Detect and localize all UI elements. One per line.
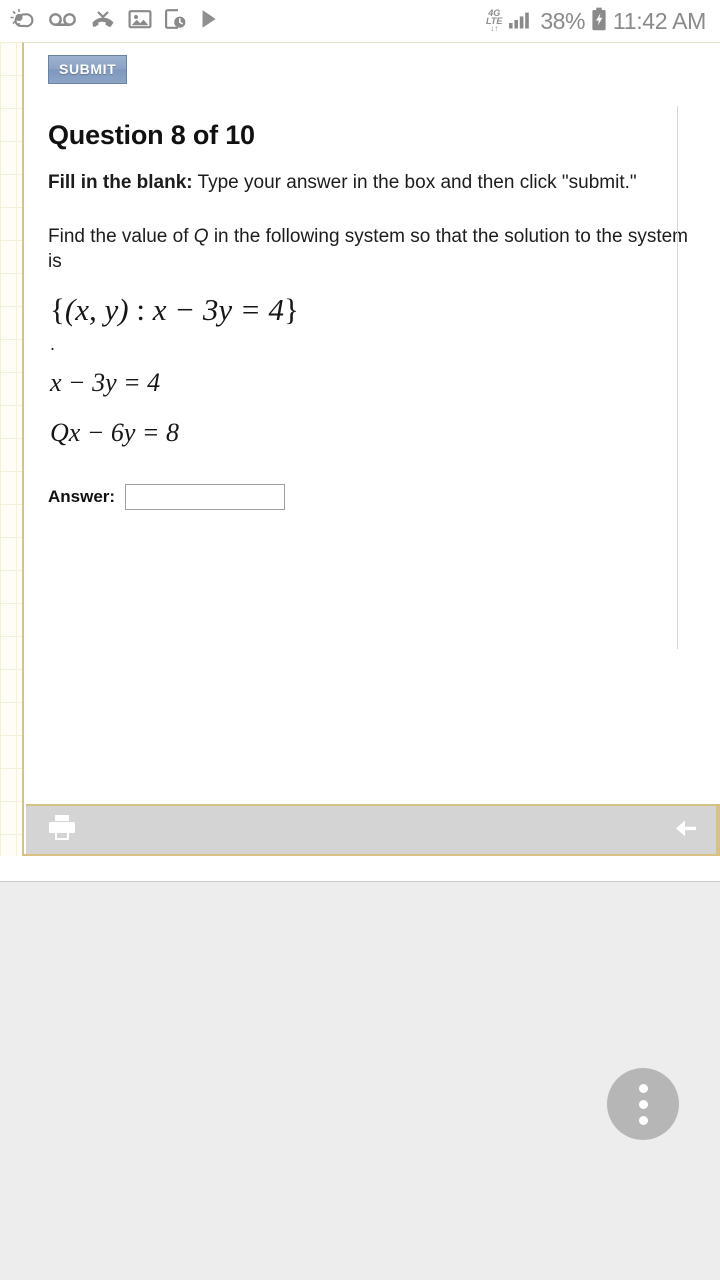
question-content: SUBMIT Question 8 of 10 Fill in the blan… — [48, 55, 688, 510]
instruction-text: Fill in the blank: Type your answer in t… — [48, 171, 688, 195]
solution-set-close-brace: } — [284, 291, 299, 327]
question-card: SUBMIT Question 8 of 10 Fill in the blan… — [22, 42, 720, 856]
status-bar-notification-icons — [10, 8, 221, 35]
battery-charging-icon — [591, 7, 607, 36]
image-icon — [128, 8, 152, 35]
page-divider — [0, 881, 720, 882]
equation-one-text: x − 3y = 4 — [50, 367, 161, 397]
prompt-variable: Q — [193, 226, 209, 248]
solution-set-colon: : — [128, 291, 153, 327]
missed-call-icon — [90, 8, 116, 35]
status-bar-clock: 11:42 AM — [612, 7, 706, 34]
solution-set-open-brace: { — [50, 291, 65, 327]
answer-input[interactable] — [125, 483, 286, 510]
signal-bars-icon — [508, 8, 534, 35]
below-card-area — [0, 856, 720, 882]
status-bar-system-icons: 4G LTE ↓↑ 38% 11:42 AM — [486, 7, 706, 36]
solution-set-tuple: (x, y) — [64, 291, 129, 327]
prompt-text-before: Find the value of — [48, 226, 194, 248]
equation-two: Qx − 6y = 8 — [50, 418, 688, 448]
submit-button[interactable]: SUBMIT — [48, 55, 128, 84]
overflow-dot-3 — [638, 1115, 648, 1125]
print-button[interactable] — [46, 813, 78, 848]
instruction-label: Fill in the blank: — [48, 172, 193, 193]
solution-set-equation: x − 3y = 4 — [152, 291, 285, 327]
play-store-icon — [199, 8, 221, 35]
instruction-detail: Type your answer in the box and then cli… — [192, 172, 637, 193]
paper-grid-edge — [0, 42, 24, 856]
answer-row: Answer: — [48, 483, 688, 510]
equation-two-text: Qx − 6y = 8 — [50, 417, 179, 447]
solution-set-expression: {(x, y) : x − 3y = 4} — [50, 292, 688, 328]
screen-timer-icon — [164, 8, 187, 35]
sentence-period: . — [50, 333, 56, 354]
battery-percent-label: 38% — [540, 7, 585, 34]
network-type-icon: 4G LTE ↓↑ — [486, 9, 502, 33]
content-vertical-rule — [677, 106, 678, 649]
weather-icon — [10, 8, 36, 35]
status-bar: 4G LTE ↓↑ 38% 11:42 AM — [0, 0, 720, 42]
more-options-fab[interactable] — [607, 1068, 679, 1140]
equation-one: x − 3y = 4 — [50, 368, 688, 398]
answer-label: Answer: — [48, 486, 116, 506]
overflow-dot-1 — [638, 1083, 648, 1093]
voicemail-icon — [48, 11, 78, 32]
page-title: Question 8 of 10 — [48, 120, 255, 150]
network-data-arrows: ↓↑ — [490, 24, 499, 33]
overflow-dot-2 — [638, 1099, 648, 1109]
question-toolbar — [26, 804, 720, 855]
question-prompt: Find the value of Q in the following sys… — [48, 225, 688, 274]
previous-button[interactable] — [674, 817, 700, 844]
